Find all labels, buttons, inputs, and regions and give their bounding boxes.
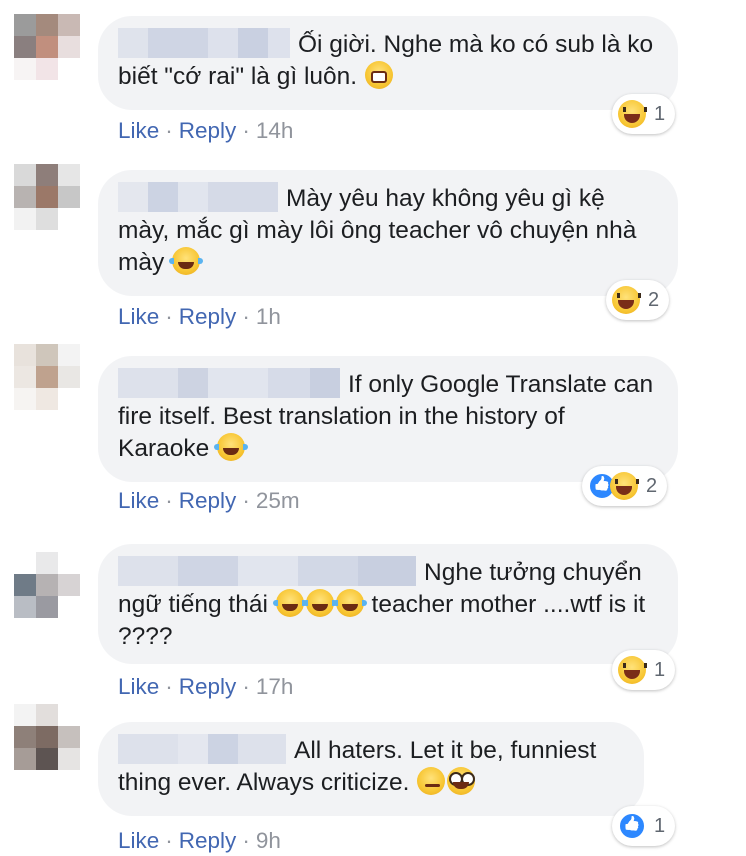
separator: · [242, 304, 250, 329]
like-reaction-icon [618, 812, 646, 840]
timestamp[interactable]: 14h [256, 118, 294, 143]
blurred-author-name[interactable] [118, 556, 416, 586]
haha-reaction-icon [618, 656, 647, 684]
comment-bubble: Ối giời. Nghe mà ko có sub là ko biết "c… [98, 16, 678, 110]
comment-bubble: Mày yêu hay không yêu gì kệ mày, mắc gì … [98, 170, 678, 296]
separator: · [242, 828, 250, 853]
tears-of-joy-emoji-icon [169, 247, 204, 275]
comment-actions: Like · Reply · 1h [118, 304, 281, 330]
reaction-summary[interactable]: 1 [612, 650, 676, 690]
comment-actions: Like · Reply · 9h [118, 828, 281, 854]
reply-link[interactable]: Reply [179, 304, 237, 329]
like-link[interactable]: Like [118, 118, 159, 143]
rofl-emoji-icon [332, 589, 367, 617]
reaction-summary[interactable]: 2 [582, 466, 668, 506]
reply-link[interactable]: Reply [179, 828, 237, 853]
like-link[interactable]: Like [118, 304, 159, 329]
like-link[interactable]: Like [118, 828, 159, 853]
blurred-author-name[interactable] [118, 734, 286, 764]
comment-actions: Like · Reply · 25m [118, 488, 300, 514]
nerd-emoji-icon [447, 767, 476, 795]
comment-actions: Like · Reply · 14h [118, 118, 293, 144]
separator: · [242, 118, 250, 143]
separator: · [165, 488, 173, 513]
grin-emoji-icon [364, 61, 393, 89]
comment-bubble: Nghe tưởng chuyển ngữ tiếng thái teacher… [98, 544, 678, 664]
separator: · [165, 828, 173, 853]
timestamp[interactable]: 9h [256, 828, 281, 853]
separator: · [242, 674, 250, 699]
comment-bubble: If only Google Translate can fire itself… [98, 356, 678, 482]
separator: · [165, 674, 173, 699]
haha-reaction-icon [612, 286, 641, 314]
blurred-author-name[interactable] [118, 28, 290, 58]
reaction-summary[interactable]: 1 [612, 94, 676, 134]
comment-actions: Like · Reply · 17h [118, 674, 293, 700]
separator: · [242, 488, 250, 513]
avatar[interactable] [14, 552, 80, 618]
reaction-count: 2 [646, 474, 658, 497]
reaction-count: 1 [654, 814, 666, 837]
reaction-count: 1 [654, 102, 666, 125]
like-link[interactable]: Like [118, 488, 159, 513]
rofl-emoji-icon [272, 589, 307, 617]
reaction-summary[interactable]: 2 [606, 280, 670, 320]
avatar[interactable] [14, 704, 80, 770]
blurred-author-name[interactable] [118, 182, 278, 212]
separator: · [165, 118, 173, 143]
rofl-emoji-icon [302, 589, 337, 617]
avatar[interactable] [14, 344, 80, 410]
reply-link[interactable]: Reply [179, 118, 237, 143]
blurred-author-name[interactable] [118, 368, 340, 398]
haha-reaction-icon [618, 100, 647, 128]
avatar[interactable] [14, 164, 80, 230]
reaction-count: 2 [648, 288, 660, 311]
reaction-count: 1 [654, 658, 666, 681]
reply-link[interactable]: Reply [179, 488, 237, 513]
avatar[interactable] [14, 14, 80, 80]
timestamp[interactable]: 1h [256, 304, 281, 329]
comment-bubble: All haters. Let it be, funniest thing ev… [98, 722, 644, 816]
haha-reaction-icon [610, 472, 639, 500]
like-link[interactable]: Like [118, 674, 159, 699]
timestamp[interactable]: 17h [256, 674, 294, 699]
reply-link[interactable]: Reply [179, 674, 237, 699]
reaction-summary[interactable]: 1 [612, 806, 676, 846]
tears-of-joy-emoji-icon [214, 433, 249, 461]
smirk-emoji-icon [417, 767, 446, 795]
timestamp[interactable]: 25m [256, 488, 300, 513]
separator: · [165, 304, 173, 329]
